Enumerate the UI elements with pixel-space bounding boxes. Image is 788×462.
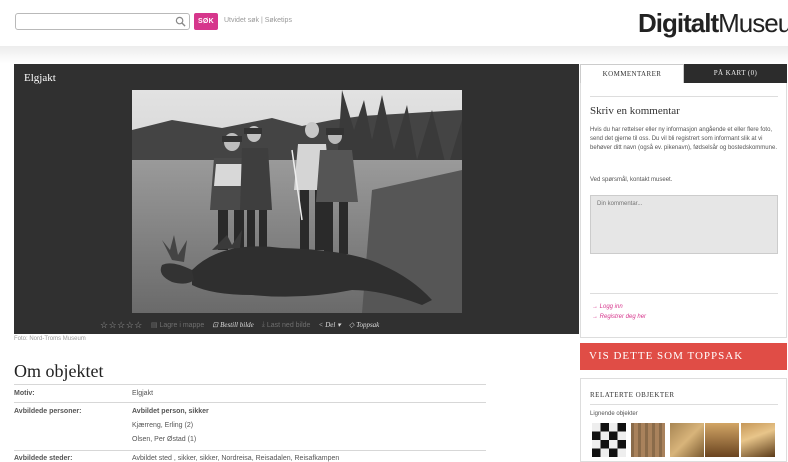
object-heading: Om objektet bbox=[14, 361, 104, 381]
related-thumbnail[interactable] bbox=[592, 423, 626, 457]
search-input[interactable] bbox=[20, 16, 170, 32]
folder-icon: ▤ bbox=[150, 322, 158, 329]
logo-bold: Digitalt bbox=[638, 8, 719, 38]
search-links[interactable]: Utvidet søk | Søketips bbox=[224, 17, 292, 24]
toppsak-toolbar-button[interactable]: ◇ Toppsak bbox=[349, 321, 379, 329]
field-value-motiv: Elgjakt bbox=[132, 390, 154, 397]
save-to-folder-button[interactable]: ▤ Lagre i mappe bbox=[150, 321, 205, 330]
related-thumbnail[interactable] bbox=[631, 423, 665, 457]
show-as-toppsak-button[interactable]: VIS DETTE SOM TOPPSAK bbox=[580, 343, 787, 370]
related-objects: RELATERTE OBJEKTER Lignende objekter bbox=[580, 378, 787, 462]
divider bbox=[14, 450, 486, 451]
comment-instructions: Hvis du har rettelser eller ny informasj… bbox=[590, 127, 777, 151]
logo-regular: Museum bbox=[718, 8, 788, 38]
save-to-folder-label: Lagre i mappe bbox=[159, 321, 205, 329]
sidebar-tabs: KOMMENTARER PÅ KART (0) bbox=[580, 64, 787, 83]
main-photo[interactable] bbox=[132, 90, 462, 313]
divider bbox=[14, 402, 486, 403]
cart-icon: ⊡ bbox=[212, 321, 219, 329]
site-logo[interactable]: DigitaltMuseum bbox=[638, 8, 788, 39]
share-button[interactable]: < Del ▾ bbox=[318, 321, 340, 329]
login-link[interactable]: → Logg inn bbox=[592, 304, 623, 310]
download-image-button[interactable]: ⤓ Last ned bilde bbox=[262, 321, 311, 329]
register-link[interactable]: → Registrer deg her bbox=[592, 314, 646, 320]
related-thumbnail[interactable] bbox=[670, 423, 704, 457]
divider bbox=[590, 404, 778, 405]
download-icon: ⤓ bbox=[261, 321, 265, 328]
comment-contact-text: Ved spørsmål, kontakt museet. bbox=[590, 177, 673, 183]
field-label-motiv: Motiv: bbox=[14, 390, 35, 397]
divider bbox=[590, 293, 778, 294]
advanced-search-link[interactable]: Utvidet søk | Søketips bbox=[224, 17, 292, 24]
share-label: Del bbox=[325, 321, 336, 329]
photo-image bbox=[132, 90, 462, 313]
order-image-button[interactable]: ⊡ Bestill bilde bbox=[212, 321, 254, 329]
divider bbox=[590, 96, 778, 97]
divider bbox=[14, 384, 486, 385]
search-button[interactable]: SØK bbox=[194, 13, 218, 30]
image-viewer: Elgjakt ☆☆☆☆☆ ▤ Lagre i mappe ⊡ Bestill … bbox=[14, 64, 579, 334]
header-divider bbox=[0, 46, 788, 64]
rating-stars[interactable]: ☆☆☆☆☆ bbox=[100, 320, 143, 331]
photo-credit: Foto: Nord-Troms Museum bbox=[14, 336, 86, 342]
toppsak-toolbar-label: Toppsak bbox=[356, 321, 380, 329]
field-value-places: Avbildet sted , sikker, sikker, Nordreis… bbox=[132, 455, 340, 462]
comment-title: Skriv en kommentar bbox=[590, 105, 680, 117]
download-image-label: Last ned bilde bbox=[266, 321, 311, 329]
field-value-person[interactable]: Kjærreng, Erling (2) bbox=[132, 422, 193, 429]
related-subtitle: Lignende objekter bbox=[590, 411, 638, 417]
chevron-down-icon: ▾ bbox=[337, 321, 341, 329]
share-icon: < bbox=[318, 321, 324, 329]
search-icon[interactable] bbox=[175, 16, 186, 27]
viewer-toolbar: ☆☆☆☆☆ ▤ Lagre i mappe ⊡ Bestill bilde ⤓ … bbox=[100, 319, 379, 331]
field-label-places: Avbildede steder: bbox=[14, 455, 73, 462]
comment-panel: Skriv en kommentar Hvis du har rettelser… bbox=[580, 83, 787, 338]
site-header: SØK Utvidet søk | Søketips DigitaltMuseu… bbox=[0, 0, 788, 46]
tab-map[interactable]: PÅ KART (0) bbox=[684, 64, 787, 83]
comment-textarea[interactable] bbox=[590, 195, 778, 254]
field-label-persons: Avbildede personer: bbox=[14, 408, 82, 415]
field-value-persons-heading: Avbildet person, sikker bbox=[132, 408, 209, 415]
related-thumbnail[interactable] bbox=[741, 423, 775, 457]
related-title: RELATERTE OBJEKTER bbox=[590, 391, 675, 399]
field-value-person[interactable]: Olsen, Per Østad (1) bbox=[132, 436, 196, 443]
plus-icon: ◇ bbox=[348, 321, 355, 329]
tab-comments[interactable]: KOMMENTARER bbox=[580, 64, 684, 83]
image-title: Elgjakt bbox=[24, 72, 56, 84]
related-thumbnail[interactable] bbox=[705, 423, 739, 457]
order-image-label: Bestill bilde bbox=[220, 321, 254, 329]
search-box[interactable] bbox=[15, 13, 190, 32]
